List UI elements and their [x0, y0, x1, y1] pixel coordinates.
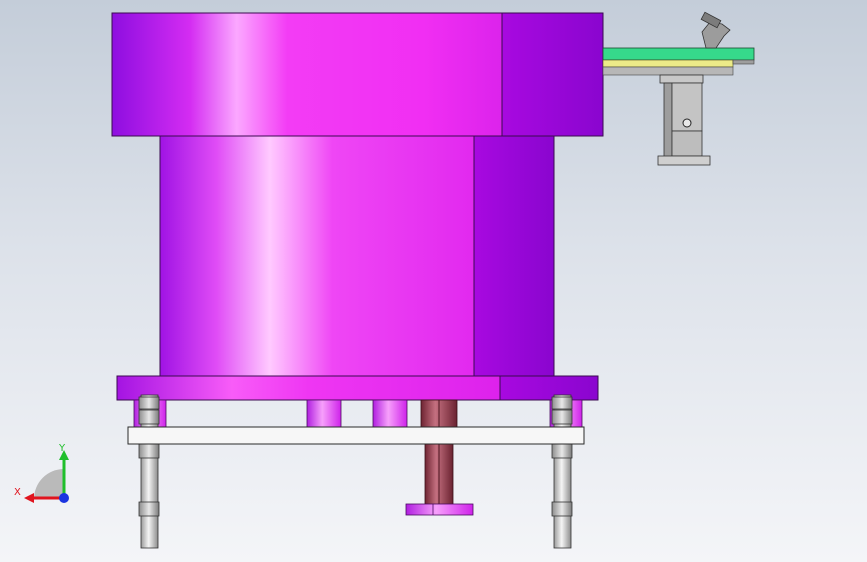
pneumatic-cylinder[interactable]: [405, 399, 474, 516]
triad-graphic: [24, 450, 69, 503]
track-support-bracket[interactable]: [657, 74, 711, 166]
feeder-drum[interactable]: [159, 135, 555, 377]
support-legs: [133, 399, 583, 428]
y-axis-label: Y: [59, 443, 66, 454]
cad-viewport[interactable]: X Y: [0, 0, 867, 562]
mounting-plate[interactable]: [127, 426, 585, 445]
base-flange[interactable]: [116, 375, 599, 401]
linear-track[interactable]: [602, 47, 755, 76]
vibratory-feeder-model[interactable]: [0, 0, 867, 562]
feeder-bowl[interactable]: [111, 12, 604, 137]
right-threaded-rod[interactable]: [551, 394, 573, 549]
x-axis-label: X: [14, 487, 21, 498]
sensor-mount[interactable]: [700, 11, 731, 49]
left-threaded-rod[interactable]: [138, 394, 160, 549]
